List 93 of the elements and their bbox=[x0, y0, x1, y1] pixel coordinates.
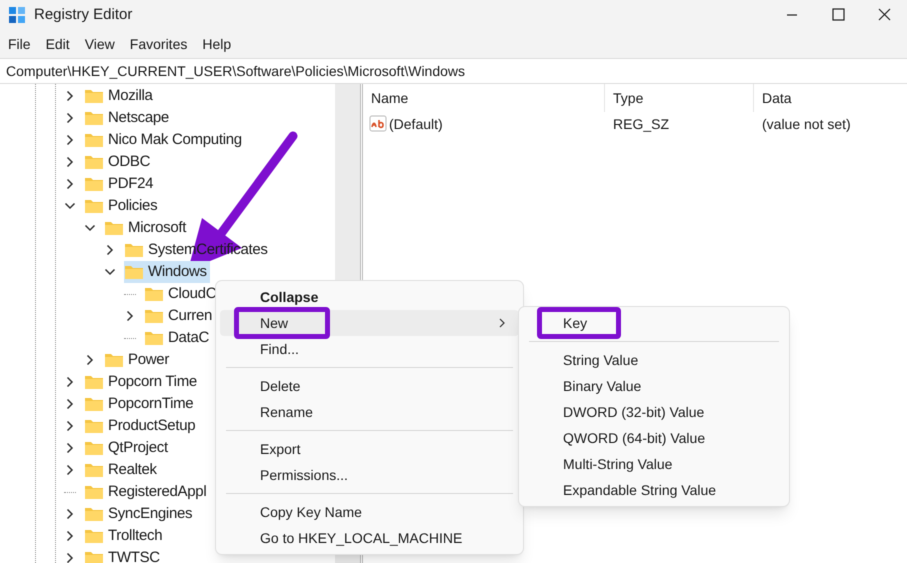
menu-item[interactable]: Key bbox=[523, 310, 785, 336]
folder-icon bbox=[84, 462, 104, 478]
chevron-down-icon[interactable] bbox=[64, 200, 76, 212]
chevron-right-icon[interactable] bbox=[64, 90, 76, 102]
folder-icon bbox=[144, 308, 164, 324]
chevron-right-icon[interactable] bbox=[64, 398, 76, 410]
tree-item[interactable]: TWTSC bbox=[84, 547, 163, 563]
tree-item[interactable]: ODBC bbox=[84, 151, 154, 173]
chevron-right-icon[interactable] bbox=[64, 112, 76, 124]
chevron-right-icon[interactable] bbox=[64, 134, 76, 146]
menu-item[interactable]: Expandable String Value bbox=[523, 477, 785, 503]
menu-item[interactable]: Find... bbox=[220, 336, 519, 362]
column-header[interactable]: Type bbox=[613, 88, 644, 108]
tree-item[interactable]: Popcorn Time bbox=[84, 371, 200, 393]
folder-icon bbox=[104, 352, 124, 368]
tree-item[interactable]: Trolltech bbox=[84, 525, 166, 547]
folder-icon bbox=[124, 264, 144, 280]
tree-item[interactable]: Nico Mak Computing bbox=[84, 129, 245, 151]
menu-item[interactable]: Edit bbox=[40, 34, 76, 54]
chevron-right-icon[interactable] bbox=[64, 178, 76, 190]
menu-item[interactable]: Binary Value bbox=[523, 373, 785, 399]
chevron-right-icon[interactable] bbox=[104, 244, 116, 256]
folder-icon bbox=[84, 198, 104, 214]
string-value-icon bbox=[369, 115, 387, 133]
tree-item[interactable]: Realtek bbox=[84, 459, 160, 481]
chevron-down-icon[interactable] bbox=[84, 222, 96, 234]
folder-icon bbox=[104, 220, 124, 236]
column-header[interactable]: Data bbox=[762, 88, 792, 108]
folder-icon bbox=[144, 286, 164, 302]
menu-item[interactable]: DWORD (32-bit) Value bbox=[523, 399, 785, 425]
tree-item[interactable]: Policies bbox=[84, 195, 160, 217]
folder-icon bbox=[84, 176, 104, 192]
folder-icon bbox=[84, 550, 104, 563]
tree-item[interactable]: Microsoft bbox=[104, 217, 190, 239]
folder-icon bbox=[84, 506, 104, 522]
menu-item[interactable]: QWORD (64-bit) Value bbox=[523, 425, 785, 451]
folder-icon bbox=[84, 440, 104, 456]
menu-item[interactable]: String Value bbox=[523, 347, 785, 373]
menu-item[interactable]: Help bbox=[196, 34, 238, 54]
folder-icon bbox=[84, 374, 104, 390]
tree-item[interactable]: RegisteredAppl bbox=[84, 481, 210, 503]
tree-item[interactable]: Mozilla bbox=[84, 85, 156, 107]
tree-item[interactable]: DataC bbox=[144, 327, 212, 349]
window-title: Registry Editor bbox=[34, 4, 132, 25]
chevron-down-icon[interactable] bbox=[104, 266, 116, 278]
menu-item[interactable]: New bbox=[220, 310, 519, 336]
folder-icon bbox=[84, 418, 104, 434]
chevron-right-icon[interactable] bbox=[64, 464, 76, 476]
folder-icon bbox=[84, 396, 104, 412]
folder-icon bbox=[124, 242, 144, 258]
chevron-right-icon[interactable] bbox=[64, 508, 76, 520]
chevron-right-icon[interactable] bbox=[64, 376, 76, 388]
tree-item[interactable]: PopcornTime bbox=[84, 393, 196, 415]
menu-item[interactable]: Delete bbox=[220, 373, 519, 399]
tree-item[interactable]: Curren bbox=[144, 305, 216, 327]
chevron-right-icon[interactable] bbox=[84, 354, 96, 366]
folder-icon bbox=[84, 88, 104, 104]
table-cell-text: (Default) bbox=[389, 114, 443, 134]
tree-item[interactable]: SyncEngines bbox=[84, 503, 196, 525]
folder-icon bbox=[84, 110, 104, 126]
menu-item[interactable]: Export bbox=[220, 436, 519, 462]
tree-item[interactable]: ProductSetup bbox=[84, 415, 198, 437]
table-cell-text: REG_SZ bbox=[613, 114, 670, 134]
tree-item[interactable]: CloudC bbox=[144, 283, 220, 305]
tree-item[interactable]: Windows bbox=[124, 261, 210, 283]
chevron-right-icon[interactable] bbox=[124, 310, 136, 322]
menu-item[interactable]: File bbox=[2, 34, 37, 54]
folder-icon bbox=[144, 330, 164, 346]
tree-item[interactable]: PDF24 bbox=[84, 173, 156, 195]
menu-item[interactable]: Copy Key Name bbox=[220, 499, 519, 525]
tree-item[interactable]: Power bbox=[104, 349, 172, 371]
chevron-right-icon[interactable] bbox=[64, 552, 76, 563]
menu-item[interactable]: Multi-String Value bbox=[523, 451, 785, 477]
menu-item[interactable]: Collapse bbox=[220, 284, 519, 310]
folder-icon bbox=[84, 484, 104, 500]
menu-item[interactable]: Favorites bbox=[124, 34, 194, 54]
folder-icon bbox=[84, 132, 104, 148]
folder-icon bbox=[84, 154, 104, 170]
menu-item[interactable]: View bbox=[78, 34, 121, 54]
tree-item[interactable]: Netscape bbox=[84, 107, 172, 129]
menu-item[interactable]: Rename bbox=[220, 399, 519, 425]
folder-icon bbox=[84, 528, 104, 544]
table-cell-text: (value not set) bbox=[762, 114, 851, 134]
registry-app-icon bbox=[8, 6, 26, 24]
menu-item[interactable]: Permissions... bbox=[220, 462, 519, 488]
chevron-right-icon[interactable] bbox=[64, 442, 76, 454]
chevron-right-icon[interactable] bbox=[64, 420, 76, 432]
tree-item[interactable]: QtProject bbox=[84, 437, 171, 459]
menu-item[interactable]: Go to HKEY_LOCAL_MACHINE bbox=[220, 525, 519, 551]
column-header[interactable]: Name bbox=[371, 88, 408, 108]
chevron-right-icon[interactable] bbox=[64, 156, 76, 168]
address-bar[interactable]: Computer\HKEY_CURRENT_USER\Software\Policies\Microsoft\Windows bbox=[0, 60, 472, 82]
chevron-right-icon[interactable] bbox=[64, 530, 76, 542]
